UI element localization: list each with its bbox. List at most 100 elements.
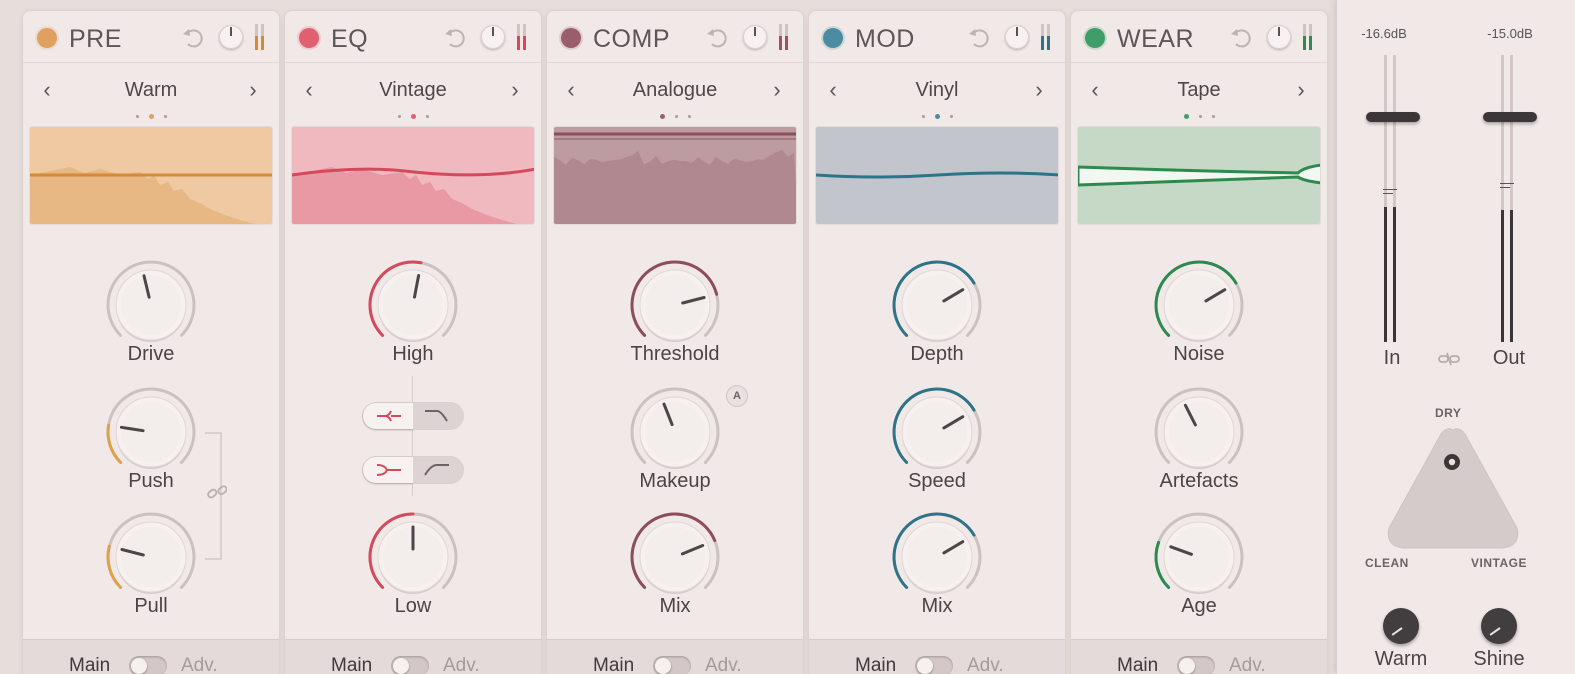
knob-label: Artefacts: [1159, 470, 1239, 492]
view-toggle[interactable]: [1177, 656, 1215, 674]
module-eq: EQ ‹ Vintage › High Low Main Adv.: [285, 11, 541, 674]
main-view-label[interactable]: Main: [331, 655, 372, 674]
undo-icon[interactable]: [967, 25, 993, 51]
input-fader-cap[interactable]: [1366, 112, 1420, 122]
chevron-right-icon[interactable]: ›: [243, 77, 263, 103]
knob-label: High: [392, 343, 434, 365]
chevron-left-icon[interactable]: ‹: [823, 77, 843, 103]
shine-knob[interactable]: [1481, 608, 1517, 644]
shine-label: Shine: [1473, 648, 1525, 670]
module-level-knob[interactable]: [1005, 25, 1029, 49]
module-power-button[interactable]: [1085, 28, 1105, 48]
output-fader-cap[interactable]: [1483, 112, 1537, 122]
input-label: In: [1383, 347, 1401, 369]
advanced-view-label[interactable]: Adv.: [1229, 655, 1266, 674]
link-icon[interactable]: [1438, 351, 1460, 367]
module-level-knob[interactable]: [743, 25, 767, 49]
input-fader[interactable]: [1366, 55, 1420, 342]
main-view-label[interactable]: Main: [1117, 655, 1158, 674]
high-filter-shape-toggle[interactable]: [363, 403, 463, 429]
output-label: Out: [1492, 347, 1526, 369]
knob-mix[interactable]: [629, 511, 721, 603]
chevron-left-icon[interactable]: ‹: [37, 77, 57, 103]
module-title: WEAR: [1117, 25, 1194, 53]
main-view-label[interactable]: Main: [69, 655, 110, 674]
preset-name[interactable]: Analogue: [587, 79, 763, 102]
chevron-right-icon[interactable]: ›: [767, 77, 787, 103]
view-toggle[interactable]: [391, 656, 429, 674]
advanced-view-label[interactable]: Adv.: [705, 655, 742, 674]
knob-low[interactable]: [367, 511, 459, 603]
advanced-view-label[interactable]: Adv.: [443, 655, 480, 674]
knob-threshold[interactable]: [629, 259, 721, 351]
push-pull-link[interactable]: [203, 431, 227, 563]
module-power-button[interactable]: [823, 28, 843, 48]
knob-drive[interactable]: [105, 259, 197, 351]
module-level-knob[interactable]: [219, 25, 243, 49]
output-fader[interactable]: [1483, 55, 1537, 342]
module-power-button[interactable]: [299, 28, 319, 48]
module-power-button[interactable]: [37, 28, 57, 48]
undo-icon[interactable]: [443, 25, 469, 51]
knob-label: Age: [1181, 595, 1217, 617]
main-view-label[interactable]: Main: [593, 655, 634, 674]
knob-speed[interactable]: [891, 386, 983, 478]
view-switch-bar: Main Adv.: [1071, 639, 1327, 674]
module-meter: [1303, 24, 1314, 50]
chevron-right-icon[interactable]: ›: [505, 77, 525, 103]
undo-icon[interactable]: [1229, 25, 1255, 51]
knob-noise[interactable]: [1153, 259, 1245, 351]
high-pass-icon: [424, 464, 449, 476]
knob-label: Drive: [127, 343, 175, 365]
view-toggle[interactable]: [653, 656, 691, 674]
module-power-button[interactable]: [561, 28, 581, 48]
module-comp: COMP ‹ Analogue › Threshold Makeup Mix A …: [547, 11, 803, 674]
knob-depth[interactable]: [891, 259, 983, 351]
high-shelf-icon: [377, 410, 401, 422]
knob-push[interactable]: [105, 386, 197, 478]
preset-name[interactable]: Vinyl: [849, 79, 1025, 102]
module-header: EQ: [285, 11, 541, 63]
chevron-left-icon[interactable]: ‹: [1085, 77, 1105, 103]
module-title: COMP: [593, 25, 670, 53]
chevron-right-icon[interactable]: ›: [1291, 77, 1311, 103]
preset-page-dots: [1071, 108, 1327, 120]
knob-label: Makeup: [639, 470, 711, 492]
output-db-readout: -15.0dB: [1487, 26, 1533, 41]
knob-mix[interactable]: [891, 511, 983, 603]
knob-age[interactable]: [1153, 511, 1245, 603]
module-wear: WEAR ‹ Tape › Noise Artefacts Age Main A…: [1071, 11, 1327, 674]
view-toggle[interactable]: [915, 656, 953, 674]
knob-label: Noise: [1173, 343, 1225, 365]
view-toggle[interactable]: [129, 656, 167, 674]
view-switch-bar: Main Adv.: [285, 639, 541, 674]
character-triangle-pad[interactable]: [1381, 424, 1525, 552]
advanced-view-label[interactable]: Adv.: [181, 655, 218, 674]
module-meter: [1041, 24, 1052, 50]
module-pre: PRE ‹ Warm › Drive Push Pull Main Adv.: [23, 11, 279, 674]
preset-name[interactable]: Tape: [1111, 79, 1287, 102]
low-filter-shape-toggle[interactable]: [363, 457, 463, 483]
preset-name[interactable]: Warm: [63, 79, 239, 102]
knob-makeup[interactable]: [629, 386, 721, 478]
chevron-left-icon[interactable]: ‹: [299, 77, 319, 103]
main-view-label[interactable]: Main: [855, 655, 896, 674]
advanced-view-label[interactable]: Adv.: [967, 655, 1004, 674]
chevron-left-icon[interactable]: ‹: [561, 77, 581, 103]
knob-high[interactable]: [367, 259, 459, 351]
auto-makeup-badge[interactable]: A: [727, 386, 747, 406]
knob-pull[interactable]: [105, 511, 197, 603]
knob-artefacts[interactable]: [1153, 386, 1245, 478]
module-level-knob[interactable]: [481, 25, 505, 49]
low-shelf-icon: [376, 464, 401, 476]
preset-navigator: ‹ Analogue ›: [547, 65, 803, 120]
module-level-knob[interactable]: [1267, 25, 1291, 49]
module-visualizer: [815, 126, 1059, 225]
chevron-right-icon[interactable]: ›: [1029, 77, 1049, 103]
preset-name[interactable]: Vintage: [325, 79, 501, 102]
module-visualizer: [29, 126, 273, 225]
preset-page-dots: [23, 108, 279, 120]
undo-icon[interactable]: [705, 25, 731, 51]
warm-knob[interactable]: [1383, 608, 1419, 644]
undo-icon[interactable]: [181, 25, 207, 51]
